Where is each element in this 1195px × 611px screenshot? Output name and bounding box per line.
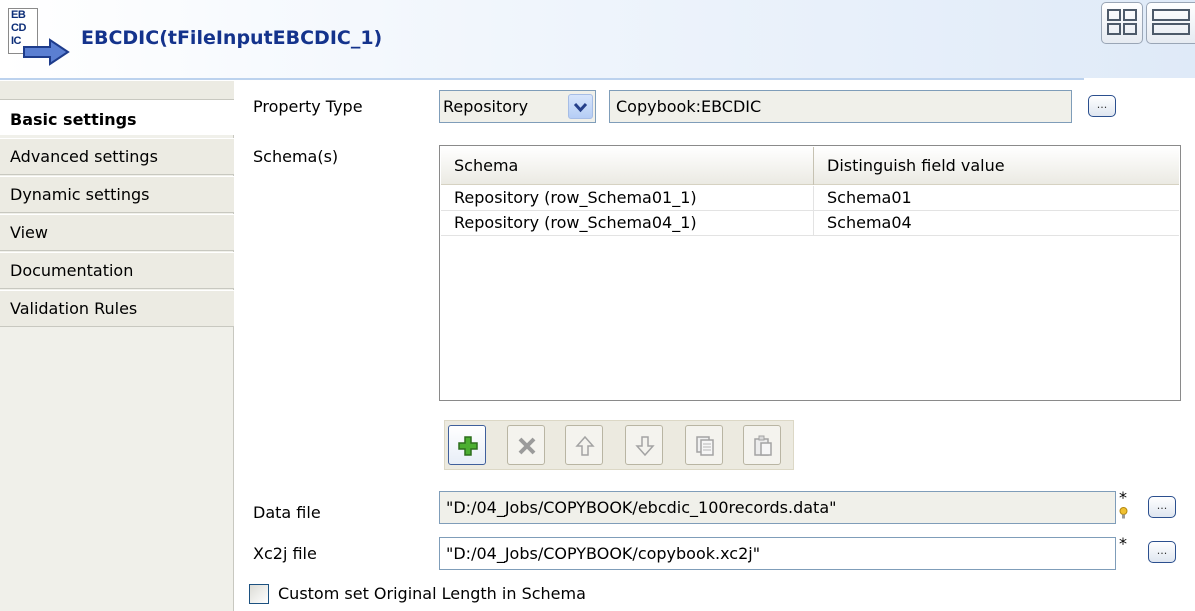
settings-sidebar: Basic settings Advanced settings Dynamic… xyxy=(0,80,235,611)
column-header-schema[interactable]: Schema xyxy=(441,147,814,185)
xc2j-file-label: Xc2j file xyxy=(253,544,317,563)
row-layout-icon xyxy=(1152,9,1190,35)
property-repository-value: Copybook:EBCDIC xyxy=(616,97,762,116)
sidebar-item-view[interactable]: View xyxy=(0,214,234,251)
schema-cell[interactable]: Repository (row_Schema01_1) xyxy=(441,186,814,210)
sidebar-item-basic-settings[interactable]: Basic settings xyxy=(0,100,235,135)
column-header-distinguish-field-value[interactable]: Distinguish field value xyxy=(814,147,1179,185)
distinguish-value-cell[interactable]: Schema01 xyxy=(814,186,1179,210)
paste-button[interactable] xyxy=(743,425,781,465)
lightbulb-icon xyxy=(1119,507,1128,519)
row-layout-button[interactable] xyxy=(1146,2,1195,44)
paste-icon xyxy=(754,435,772,456)
arrow-right-icon xyxy=(23,38,70,66)
chevron-down-icon xyxy=(573,102,588,113)
sidebar-spacer xyxy=(0,80,234,100)
dropdown-arrow[interactable] xyxy=(568,94,593,119)
delete-icon xyxy=(518,437,536,455)
property-repository-field[interactable]: Copybook:EBCDIC xyxy=(609,90,1072,123)
data-file-browse-button[interactable]: ... xyxy=(1148,496,1176,518)
property-type-select[interactable]: Repository xyxy=(439,90,596,123)
custom-length-label: Custom set Original Length in Schema xyxy=(278,584,586,603)
table-row[interactable]: Repository (row_Schema04_1) Schema04 xyxy=(441,211,1179,236)
schema-toolbar xyxy=(444,420,794,470)
table-row[interactable]: Repository (row_Schema01_1) Schema01 xyxy=(441,186,1179,211)
sidebar-item-advanced-settings[interactable]: Advanced settings xyxy=(0,138,234,175)
icon-text-line-1: EB xyxy=(11,9,26,21)
data-file-label: Data file xyxy=(253,503,321,522)
schema-table: Schema Distinguish field value Repositor… xyxy=(439,145,1181,401)
add-icon xyxy=(458,436,478,456)
xc2j-file-value: "D:/04_Jobs/COPYBOOK/copybook.xc2j" xyxy=(446,544,761,563)
property-type-value: Repository xyxy=(443,97,529,116)
component-header: EB CD IC EBCDIC(tFileInputEBCDIC_1) xyxy=(0,0,1195,78)
move-up-icon xyxy=(575,435,595,456)
schema-table-header: Schema Distinguish field value xyxy=(441,147,1179,185)
schemas-label: Schema(s) xyxy=(253,147,339,166)
property-type-label: Property Type xyxy=(253,97,363,116)
distinguish-value-cell[interactable]: Schema04 xyxy=(814,211,1179,235)
ebcdic-component-icon: EB CD IC xyxy=(8,8,70,66)
icon-text-line-2: CD xyxy=(11,22,26,34)
required-marker: * xyxy=(1119,534,1127,553)
data-file-field[interactable]: "D:/04_Jobs/COPYBOOK/ebcdic_100records.d… xyxy=(439,491,1116,524)
copy-button[interactable] xyxy=(685,425,723,465)
custom-length-checkbox[interactable] xyxy=(249,584,269,604)
copy-icon xyxy=(696,436,714,456)
xc2j-file-browse-button[interactable]: ... xyxy=(1148,541,1176,563)
data-file-value: "D:/04_Jobs/COPYBOOK/ebcdic_100records.d… xyxy=(446,498,837,517)
grid-layout-icon xyxy=(1107,9,1137,35)
sidebar-item-documentation[interactable]: Documentation xyxy=(0,252,234,289)
property-browse-button[interactable]: ... xyxy=(1088,95,1116,117)
move-up-button[interactable] xyxy=(565,425,603,465)
move-down-icon xyxy=(635,436,655,457)
move-down-button[interactable] xyxy=(625,425,663,465)
schema-cell[interactable]: Repository (row_Schema04_1) xyxy=(441,211,814,235)
sidebar-item-validation-rules[interactable]: Validation Rules xyxy=(0,290,234,327)
component-title: EBCDIC(tFileInputEBCDIC_1) xyxy=(81,27,383,49)
delete-row-button[interactable] xyxy=(507,425,545,465)
add-row-button[interactable] xyxy=(448,425,486,465)
sidebar-item-dynamic-settings[interactable]: Dynamic settings xyxy=(0,176,234,213)
grid-layout-button[interactable] xyxy=(1101,2,1143,44)
required-marker: * xyxy=(1119,488,1127,507)
xc2j-file-field[interactable]: "D:/04_Jobs/COPYBOOK/copybook.xc2j" xyxy=(439,537,1116,570)
